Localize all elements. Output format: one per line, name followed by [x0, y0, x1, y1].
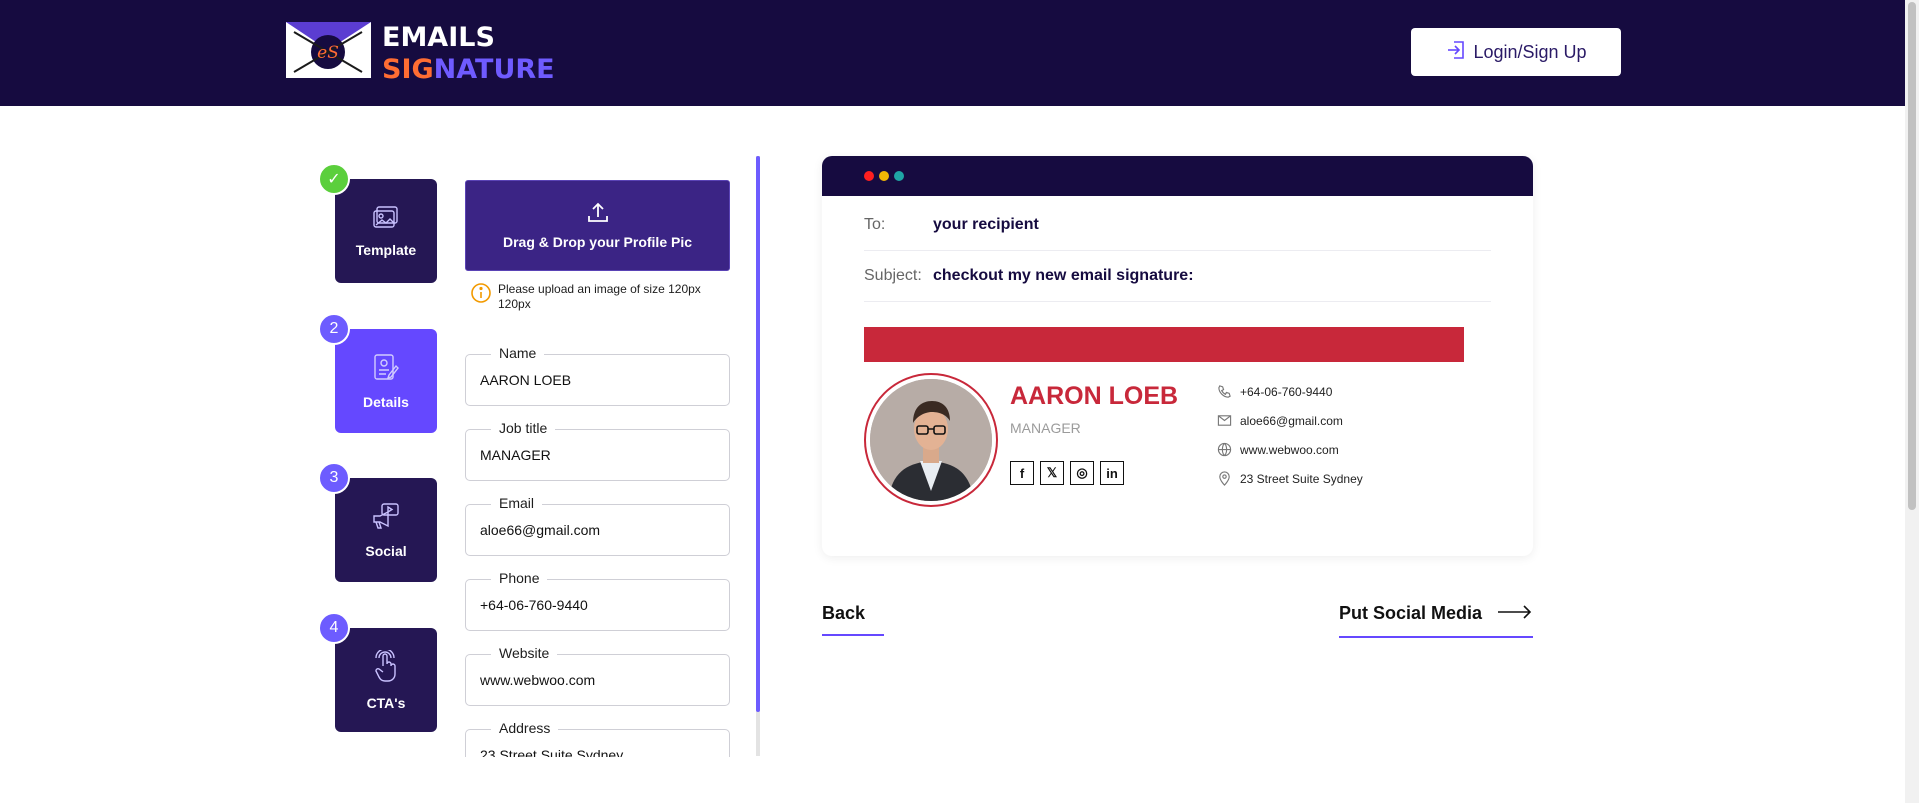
next-label: Put Social Media	[1339, 603, 1483, 623]
next-underline	[1339, 636, 1533, 638]
step-details[interactable]: Details	[335, 329, 437, 433]
step-2-badge: 2	[318, 313, 350, 345]
check-icon: ✓	[318, 163, 350, 195]
form-scrollbar-thumb[interactable]	[756, 156, 760, 712]
signature-address-text: 23 Street Suite Sydney	[1240, 471, 1363, 486]
signature-email-text: aloe66@gmail.com	[1240, 413, 1343, 428]
signature-website: www.webwoo.com	[1217, 442, 1339, 457]
brand-logo[interactable]: eS	[286, 22, 371, 78]
to-row: To: your recipient	[864, 200, 1491, 251]
address-field[interactable]: Address	[465, 720, 730, 757]
website-label: Website	[491, 645, 558, 661]
step-social-label: Social	[365, 542, 407, 559]
step-3-badge: 3	[318, 462, 350, 494]
job-title-field[interactable]: Job title	[465, 420, 730, 481]
edit-document-icon	[373, 353, 399, 384]
mail-icon	[1217, 415, 1232, 426]
back-underline	[822, 634, 884, 636]
step-ctas-label: CTA's	[366, 694, 406, 711]
email-field[interactable]: Email	[465, 495, 730, 556]
signature-phone: +64-06-760-9440	[1217, 384, 1332, 399]
preview-window-bar	[822, 156, 1533, 196]
phone-field[interactable]: Phone	[465, 570, 730, 631]
signature-address: 23 Street Suite Sydney	[1217, 471, 1363, 486]
avatar	[870, 379, 992, 501]
login-label: Login/Sign Up	[1473, 41, 1587, 62]
job-title-input[interactable]	[480, 447, 715, 463]
step-4-badge: 4	[318, 612, 350, 644]
location-pin-icon	[1219, 471, 1230, 486]
address-label: Address	[491, 720, 559, 736]
signature-email: aloe66@gmail.com	[1217, 413, 1343, 428]
name-input[interactable]	[480, 372, 715, 388]
window-dot-red	[864, 171, 874, 181]
step-ctas[interactable]: CTA's	[335, 628, 437, 732]
brand-line1: EMAILS	[382, 22, 495, 53]
step-template[interactable]: Template	[335, 179, 437, 283]
website-input[interactable]	[480, 672, 715, 688]
profile-photo	[864, 373, 998, 507]
megaphone-icon	[372, 502, 400, 533]
x-twitter-icon[interactable]: 𝕏	[1040, 461, 1064, 485]
brand-wordmark: EMAILS SIGNATURE	[382, 22, 555, 86]
window-dot-teal	[894, 171, 904, 181]
login-icon	[1445, 39, 1467, 66]
back-button[interactable]: Back	[822, 603, 865, 624]
signature-title: MANAGER	[1010, 420, 1081, 436]
name-label: Name	[491, 345, 545, 361]
facebook-icon[interactable]: f	[1010, 461, 1034, 485]
signature-social-icons: f 𝕏 ◎ in	[1010, 461, 1124, 485]
step-details-label: Details	[363, 393, 409, 410]
signature-phone-text: +64-06-760-9440	[1240, 384, 1333, 399]
email-input[interactable]	[480, 522, 715, 538]
email-label: Email	[491, 495, 543, 511]
subject-label: Subject:	[864, 267, 922, 284]
phone-label: Phone	[491, 570, 548, 586]
brand-line2-part2: NATURE	[433, 54, 555, 85]
step-template-label: Template	[355, 241, 417, 258]
login-signup-button[interactable]: Login/Sign Up	[1411, 28, 1621, 76]
subject-value: checkout my new email signature:	[933, 267, 1194, 284]
arrow-right-icon	[1498, 603, 1532, 624]
name-field[interactable]: Name	[465, 345, 730, 406]
to-label: To:	[864, 216, 886, 233]
window-dot-yellow	[879, 171, 889, 181]
page-scrollbar-thumb[interactable]	[1908, 2, 1916, 510]
to-value: your recipient	[933, 216, 1039, 233]
details-form[interactable]: Name Job title Email Phone Website Addre…	[450, 160, 742, 757]
website-field[interactable]: Website	[465, 645, 730, 706]
hand-pointer-icon	[373, 647, 399, 685]
email-preview-card: To: your recipient Subject: checkout my …	[822, 156, 1533, 556]
linkedin-icon[interactable]: in	[1100, 461, 1124, 485]
step-social[interactable]: Social	[335, 478, 437, 582]
brand-line2-part1: SIG	[382, 54, 434, 85]
globe-icon	[1217, 442, 1232, 457]
instagram-icon[interactable]: ◎	[1070, 461, 1094, 485]
put-social-media-button[interactable]: Put Social Media	[1339, 603, 1532, 624]
signature-banner	[864, 327, 1464, 362]
phone-icon	[1218, 385, 1231, 398]
signature-website-text: www.webwoo.com	[1240, 442, 1339, 457]
svg-text:eS: eS	[317, 43, 339, 63]
image-icon	[373, 205, 399, 232]
phone-input[interactable]	[480, 597, 715, 613]
job-title-label: Job title	[491, 420, 556, 436]
subject-row: Subject: checkout my new email signature…	[864, 251, 1491, 302]
address-input[interactable]	[480, 747, 715, 757]
signature-name: AARON LOEB	[1010, 382, 1179, 410]
